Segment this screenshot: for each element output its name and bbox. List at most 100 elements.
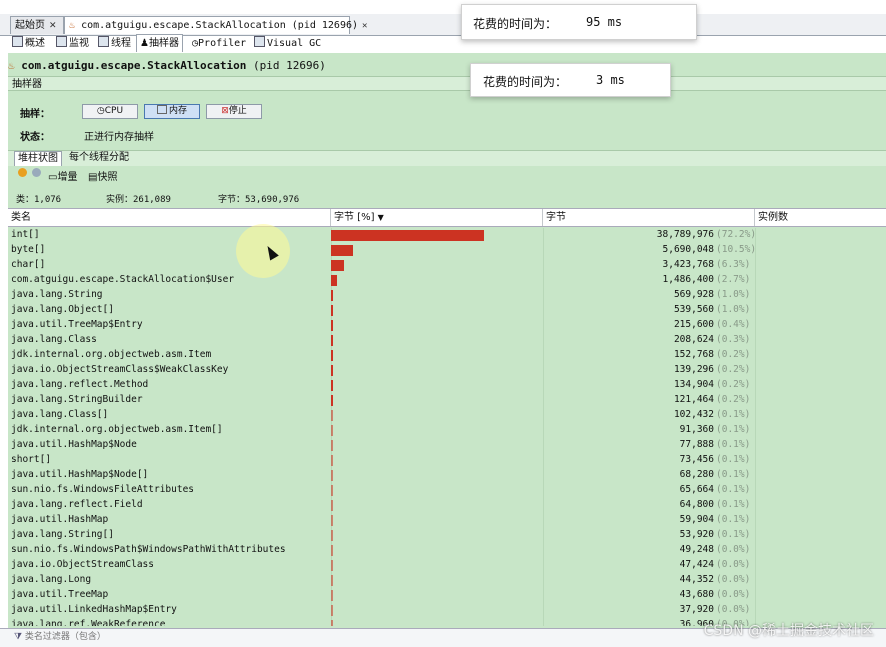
table-row[interactable]: int[] 38,789,976 (72.2%)	[8, 228, 886, 243]
cpu-button[interactable]: ◷CPU	[82, 104, 138, 119]
bytes-percent-cell	[331, 515, 543, 526]
class-name: java.lang.Class	[11, 334, 97, 345]
table-row[interactable]: com.atguigu.escape.StackAllocation$User 1…	[8, 273, 886, 288]
table-row[interactable]: java.lang.StringBuilder 121,464 (0.2%)	[8, 393, 886, 408]
close-icon[interactable]: ✕	[362, 21, 367, 31]
column-instances[interactable]: 实例数	[755, 209, 886, 226]
table-row[interactable]: sun.nio.fs.WindowsPath$WindowsPathWithAt…	[8, 543, 886, 558]
tab-monitor[interactable]: 监视	[56, 35, 89, 52]
table-row[interactable]: java.util.HashMap$Node[] 68,280 (0.1%)	[8, 468, 886, 483]
class-name: int[]	[11, 229, 40, 240]
bytes-bar	[331, 305, 334, 316]
bytes-bar	[331, 620, 333, 626]
table-header: 类名 字节 [%] ▼ 字节 实例数	[8, 208, 886, 227]
bytes-percent-cell	[331, 500, 543, 511]
table-row[interactable]: char[] 3,423,768 (6.3%)	[8, 258, 886, 273]
bytes-percent-cell	[331, 245, 543, 256]
table-row[interactable]: java.lang.Object[] 539,560 (1.0%)	[8, 303, 886, 318]
bytes-percent-cell	[331, 275, 543, 286]
table-row[interactable]: jdk.internal.org.objectweb.asm.Item 152,7…	[8, 348, 886, 363]
memory-icon	[156, 105, 167, 114]
column-bytes[interactable]: 字节	[543, 209, 755, 226]
table-row[interactable]: sun.nio.fs.WindowsFileAttributes 65,664 (0…	[8, 483, 886, 498]
bytes-percent: (2.7%)	[716, 274, 751, 285]
bytes-bar	[331, 320, 333, 331]
sort-desc-icon: ▼	[377, 213, 384, 222]
bytes-percent: (1.0%)	[716, 304, 751, 315]
table-row[interactable]: jdk.internal.org.objectweb.asm.Item[] 91,…	[8, 423, 886, 438]
java-app-icon: ♨	[8, 59, 15, 72]
bytes-bar	[331, 275, 337, 286]
bytes-value: 43,680	[679, 589, 714, 600]
watermark: CSDN @稀土掘金技术社区	[703, 623, 874, 639]
table-row[interactable]: java.io.ObjectStreamClass 47,424 (0.0%)	[8, 558, 886, 573]
class-name: java.lang.Class[]	[11, 409, 109, 420]
bytes-bar	[331, 335, 333, 346]
bytes-bar	[331, 470, 333, 481]
filter-icon: ⧩	[14, 632, 23, 642]
bytes-percent: (0.1%)	[716, 499, 751, 510]
table-row[interactable]: java.lang.Long 44,352 (0.0%)	[8, 573, 886, 588]
table-row[interactable]: java.util.LinkedHashMap$Entry 37,920 (0.0%…	[8, 603, 886, 618]
column-class-name[interactable]: 类名	[8, 209, 331, 226]
memory-button[interactable]: 内存	[144, 104, 200, 119]
table-row[interactable]: java.util.TreeMap 43,680 (0.0%)	[8, 588, 886, 603]
bytes-percent: (0.1%)	[716, 469, 751, 480]
table-row[interactable]: short[] 73,456 (0.1%)	[8, 453, 886, 468]
class-name: java.lang.String	[11, 289, 103, 300]
status-value: 正进行内存抽样	[84, 132, 154, 143]
stop-button[interactable]: ⊠停止	[206, 104, 262, 119]
bytes-bar	[331, 455, 333, 466]
tab-heap-histogram[interactable]: 堆柱状图	[14, 151, 62, 166]
tab-profiler[interactable]: ◷Profiler	[192, 35, 246, 52]
delta-button[interactable]: ▭增量	[48, 168, 77, 183]
refresh-icon[interactable]	[32, 168, 41, 179]
tab-visual-gc[interactable]: Visual GC	[254, 35, 321, 52]
class-name: sun.nio.fs.WindowsPath$WindowsPathWithAt…	[11, 544, 286, 555]
tab-start-page[interactable]: 起始页 ✕	[10, 16, 64, 34]
table-row[interactable]: java.util.HashMap$Node 77,888 (0.1%)	[8, 438, 886, 453]
table-row[interactable]: java.lang.Class[] 102,432 (0.1%)	[8, 408, 886, 423]
tab-threads[interactable]: 线程	[98, 35, 131, 52]
table-row[interactable]: java.lang.String[] 53,920 (0.1%)	[8, 528, 886, 543]
table-row[interactable]: java.lang.Class 208,624 (0.3%)	[8, 333, 886, 348]
pause-icon[interactable]	[18, 168, 27, 179]
tab-sampler[interactable]: ♟抽样器	[136, 34, 183, 52]
bytes-percent: (0.1%)	[716, 484, 751, 495]
snapshot-button[interactable]: ▤快照	[88, 168, 117, 183]
bytes-value: 37,920	[679, 604, 714, 615]
bytes-percent-cell	[331, 590, 543, 601]
bytes-value: 102,432	[673, 409, 714, 420]
class-name: java.lang.String[]	[11, 529, 114, 540]
bytes-percent: (0.1%)	[716, 529, 751, 540]
bytes-percent: (10.5%)	[716, 244, 757, 255]
bytes-percent-cell	[331, 305, 543, 316]
document-tab-bar: 起始页 ✕ ♨ com.atguigu.escape.StackAllocatio…	[0, 14, 886, 36]
table-row[interactable]: java.util.TreeMap$Entry 215,600 (0.4%)	[8, 318, 886, 333]
table-row[interactable]: java.io.ObjectStreamClass$WeakClassKey 13…	[8, 363, 886, 378]
column-bytes-percent[interactable]: 字节 [%] ▼	[331, 209, 543, 226]
class-name: java.lang.reflect.Field	[11, 499, 143, 510]
bytes-bar	[331, 560, 333, 571]
bytes-percent-cell	[331, 350, 543, 361]
table-row[interactable]: java.lang.String 569,928 (1.0%)	[8, 288, 886, 303]
tab-overview[interactable]: 概述	[12, 35, 45, 52]
bytes-bar	[331, 515, 333, 526]
table-row[interactable]: java.lang.reflect.Method 134,904 (0.2%)	[8, 378, 886, 393]
status-label: 状态：	[20, 132, 50, 143]
table-row[interactable]: java.util.HashMap 59,904 (0.1%)	[8, 513, 886, 528]
table-row[interactable]: java.lang.reflect.Field 64,800 (0.1%)	[8, 498, 886, 513]
bytes-value: 73,456	[679, 454, 714, 465]
bytes-percent-cell	[331, 620, 543, 626]
bytes-percent-cell	[331, 545, 543, 556]
filter-input[interactable]: 类名过滤器（包含）	[25, 632, 106, 642]
tab-stackallocation[interactable]: ♨ com.atguigu.escape.StackAllocation (pi…	[64, 16, 367, 34]
bytes-percent-cell	[331, 455, 543, 466]
bytes-value: 139,296	[673, 364, 714, 375]
bytes-bar	[331, 260, 345, 271]
close-icon[interactable]: ✕	[49, 21, 57, 31]
bytes-value: 539,560	[673, 304, 714, 315]
class-name: java.util.LinkedHashMap$Entry	[11, 604, 177, 615]
table-row[interactable]: byte[] 5,690,048 (10.5%)	[8, 243, 886, 258]
tab-per-thread-allocation[interactable]: 每个线程分配	[66, 151, 132, 165]
